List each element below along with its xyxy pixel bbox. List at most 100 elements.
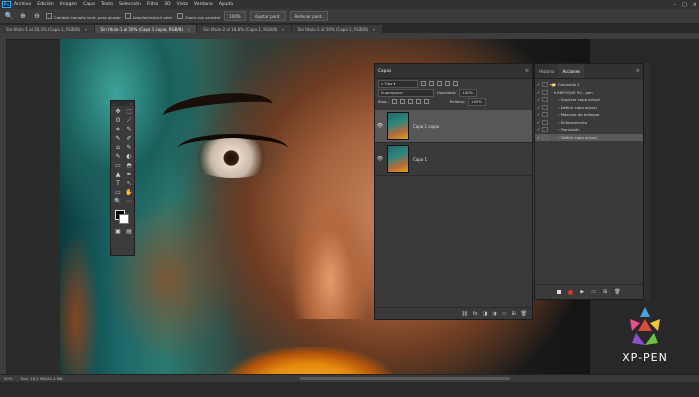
zoom-all-option[interactable]: Ampliar/reducir vent. [124,12,173,20]
status-zoom[interactable]: 50% [4,376,12,381]
move-tool-icon[interactable]: ✥ [113,108,123,116]
brush-tool-icon[interactable]: ✐ [124,135,134,143]
healing-tool-icon[interactable]: ✎ [113,135,123,143]
menu-imagen[interactable]: Imagen [60,2,77,7]
background-color-swatch[interactable] [119,214,129,224]
menu-seleccion[interactable]: Selección [119,2,141,7]
filter-adjust-icon[interactable] [429,81,434,86]
tab-document-1[interactable]: Sin título-1 al 28,3% (Capa 1, RGB/8) × [0,25,94,33]
action-item[interactable]: ✓ › Duplicar capa actual [535,96,643,104]
visibility-eye-icon[interactable]: 👁 [375,123,385,129]
checkbox-icon[interactable] [46,12,52,19]
dialog-toggle-icon[interactable] [542,127,548,133]
zoom-tool-icon[interactable]: 🔍 [113,198,123,206]
filter-pixel-icon[interactable] [421,81,426,86]
menu-ventana[interactable]: Ventana [194,2,213,7]
check-icon[interactable]: ✓ [535,90,542,95]
photoshop-logo-icon[interactable]: Ps [2,1,11,8]
panel-menu-icon[interactable]: ≡ [525,68,529,74]
action-item[interactable]: ✓ ▾ ENFOQUE 50 - pen [535,89,643,97]
minimize-icon[interactable]: – [674,2,677,8]
menu-vista[interactable]: Vista [177,2,188,7]
layer-filter-select[interactable]: ⌕ Tipo ▾ [378,79,418,88]
filter-type-icon[interactable] [437,81,442,86]
new-layer-icon[interactable]: ⊞ [511,311,515,317]
tab-document-2[interactable]: Sin título-1 al 50% (Capa 1 copia, RGB/8… [94,25,197,33]
action-item[interactable]: ✓ › Enfocamiento [535,119,643,127]
maximize-icon[interactable]: □ [682,2,687,8]
checkbox-icon[interactable] [177,12,184,19]
opacity-input[interactable]: 100% [459,88,478,97]
stop-icon[interactable] [557,290,562,294]
new-group-icon[interactable]: ▭ [502,311,507,317]
tab-actions[interactable]: Acciones [558,64,585,78]
lock-transparency-icon[interactable] [391,99,397,104]
lock-position-icon[interactable] [407,99,413,104]
close-icon[interactable]: × [693,2,697,8]
eyedropper-tool-icon[interactable]: ✎ [124,126,134,134]
layer-name[interactable]: Capa 1 copia [413,124,439,129]
action-item[interactable]: ✓ ▾📁 Comando 1 [535,81,643,89]
delete-layer-icon[interactable]: 🗑 [521,311,527,317]
gradient-tool-icon[interactable]: ◐ [124,153,134,161]
resize-windows-option[interactable]: Cambiar tamaño vent. para ajustar [46,12,121,20]
menu-capa[interactable]: Capa [83,2,95,7]
dialog-toggle-icon[interactable] [542,112,548,118]
marquee-tool-icon[interactable]: ⬚ [124,108,134,116]
check-icon[interactable]: ✓ [535,112,542,117]
dialog-toggle-icon[interactable] [542,97,548,103]
dialog-toggle-icon[interactable] [542,104,548,110]
menu-ayuda[interactable]: Ayuda [219,2,233,7]
color-swatches[interactable] [113,210,132,224]
zoom-out-icon[interactable]: ⊖ [32,12,42,21]
layer-name[interactable]: Capa 1 [413,157,427,162]
layer-thumbnail[interactable] [387,145,409,173]
check-icon[interactable]: ✓ [535,97,542,102]
action-item-selected[interactable]: ✓ › Definir capa actual [535,133,643,141]
quick-select-tool-icon[interactable]: ⟋ [124,117,134,125]
blur-tool-icon[interactable]: ▭ [113,162,123,170]
layer-row-capa-1-copia[interactable]: 👁 Capa 1 copia [375,110,532,143]
close-tab-icon[interactable]: × [372,27,375,32]
path-select-tool-icon[interactable]: ↖ [124,180,134,188]
check-icon[interactable]: ✓ [535,120,542,125]
action-item[interactable]: ✓ › Máscara de enfoque [535,111,643,119]
action-item[interactable]: ✓ › Definir capa actual [535,104,643,112]
checkbox-icon[interactable] [124,12,131,19]
zoom-in-icon[interactable]: ⊕ [18,12,28,21]
quick-mask-icon[interactable]: ▣ [113,228,123,236]
check-icon[interactable]: ✓ [535,127,542,132]
action-item[interactable]: ✓ › Transición [535,126,643,134]
history-brush-tool-icon[interactable]: ✎ [124,144,134,152]
check-icon[interactable]: ✓ [535,82,542,87]
filter-smart-icon[interactable] [453,81,458,86]
layer-row-capa-1[interactable]: 👁 Capa 1 [375,143,532,176]
fill-input[interactable]: 100% [468,97,487,106]
zoom-100-button[interactable]: 100% [224,11,246,21]
zoom-tool-icon[interactable]: 🔍 [4,12,14,21]
layers-panel-title[interactable]: Capas [378,69,391,74]
layer-thumbnail[interactable] [387,112,409,140]
lock-artboard-icon[interactable] [415,99,421,104]
menu-3d[interactable]: 3D [164,2,170,7]
more-tools-icon[interactable]: ⋯ [124,198,134,206]
hand-tool-icon[interactable]: ✋ [124,189,134,197]
shape-tool-icon[interactable]: ▭ [113,189,123,197]
dialog-toggle-icon[interactable] [542,89,548,95]
check-icon[interactable]: ✓ [535,135,542,140]
menu-filtro[interactable]: Filtro [147,2,158,7]
lock-pixels-icon[interactable] [399,99,405,104]
horizontal-scrollbar[interactable] [300,377,510,380]
eraser-tool-icon[interactable]: ✎ [113,153,123,161]
add-mask-icon[interactable]: ◨ [483,311,488,317]
layer-style-icon[interactable]: fx [473,311,478,317]
new-action-icon[interactable]: ⊞ [603,289,607,295]
crop-tool-icon[interactable]: ⌗ [113,126,123,134]
tab-history[interactable]: Historia [535,69,558,74]
expand-icon[interactable]: » [113,102,115,106]
screen-mode-icon[interactable]: ▤ [124,228,134,236]
menu-texto[interactable]: Texto [101,2,113,7]
dialog-toggle-icon[interactable] [542,134,548,140]
tab-document-3[interactable]: Sin título-2 al 18,8% (Capa 1, RGB/8) × [197,25,291,33]
lasso-tool-icon[interactable]: ʘ [113,117,123,125]
